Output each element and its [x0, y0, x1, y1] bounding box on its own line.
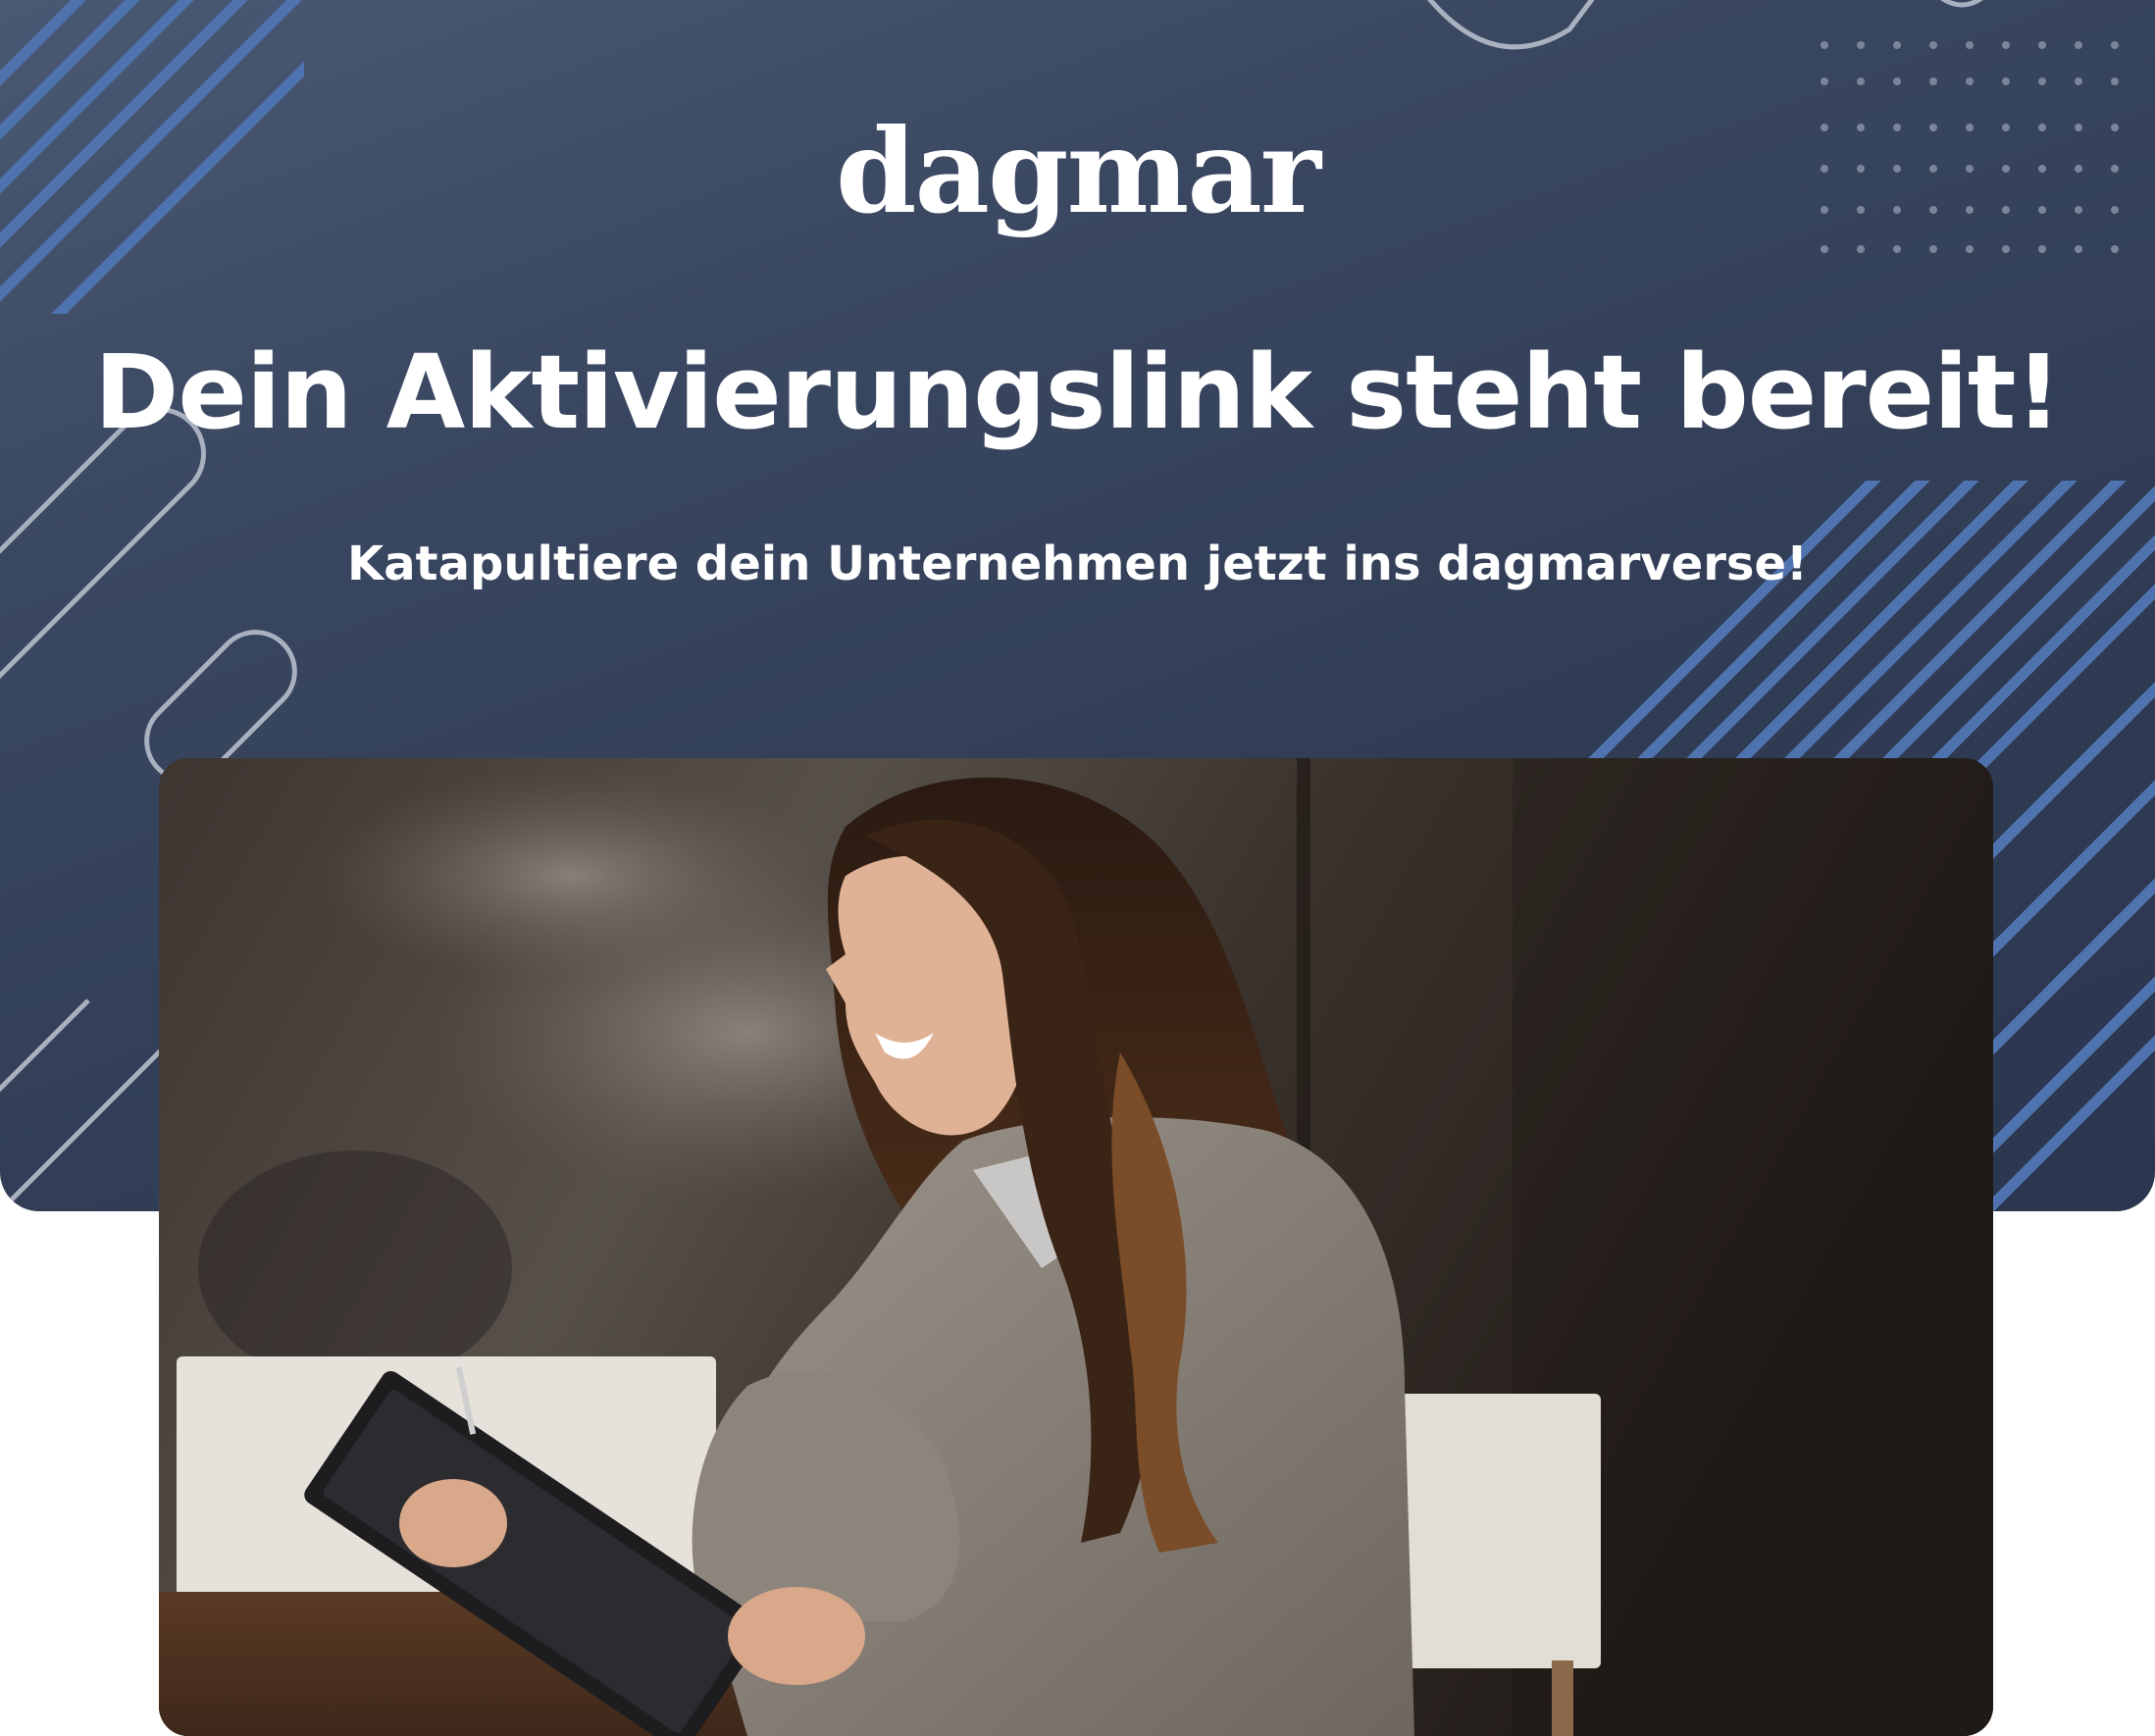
- photo-illustration: [159, 758, 1993, 1736]
- page-title: Dein Aktivierungslink steht bereit!: [94, 332, 2062, 452]
- hero-photo: [159, 758, 1993, 1736]
- chair-right: [1385, 1394, 1601, 1668]
- dagmar-logo: dagmar: [836, 103, 1321, 239]
- page-subtitle: Katapultiere dein Unternehmen jetzt ins …: [347, 536, 1808, 591]
